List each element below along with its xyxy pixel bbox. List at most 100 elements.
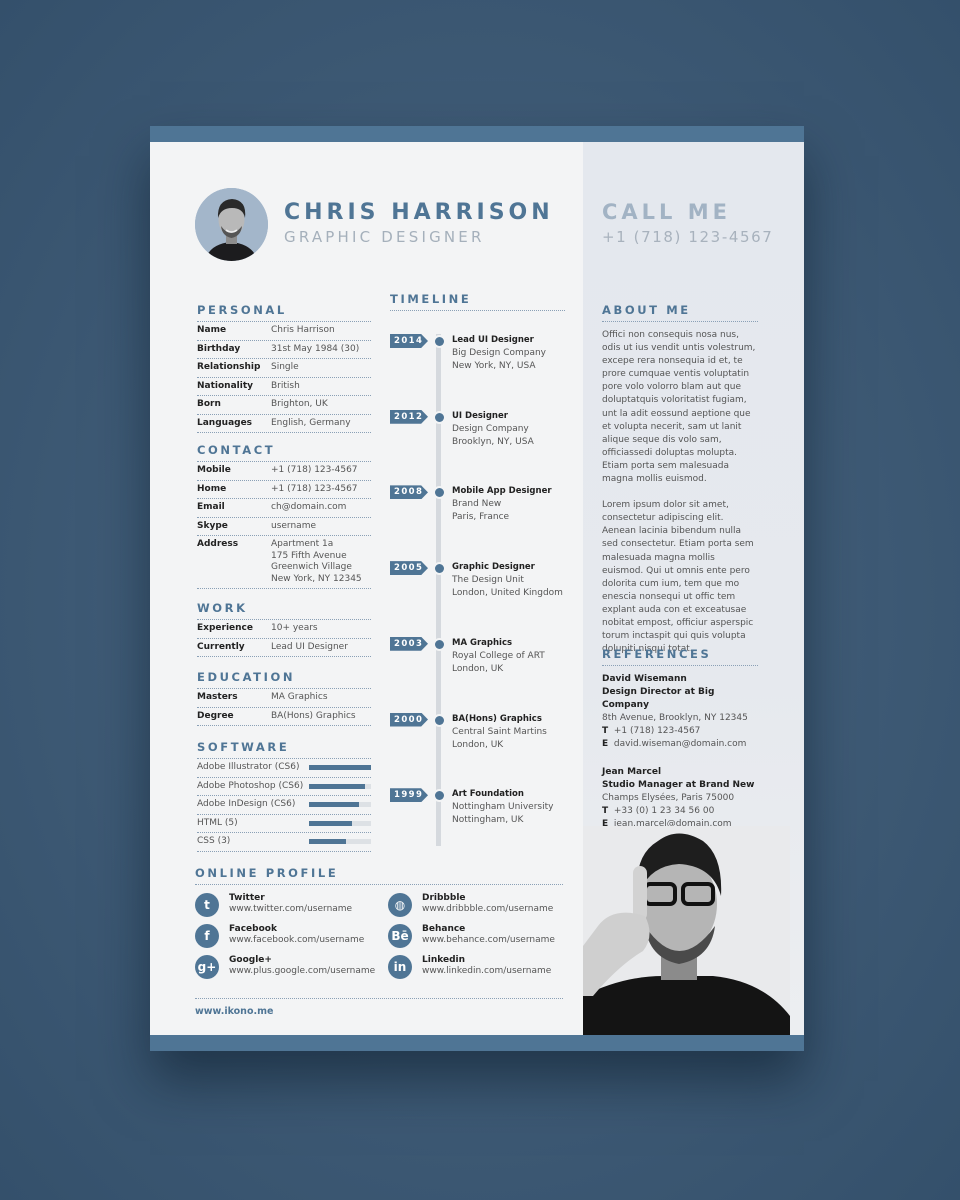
contact-section: CONTACT Mobile +1 (718) 123-4567 Home +1 (7… (197, 443, 371, 589)
timeline-year-badge: 2003 (390, 636, 428, 651)
personal-row: Name Chris Harrison (197, 322, 371, 341)
timeline-year-badge: 2000 (390, 712, 428, 727)
software-label: Adobe Illustrator (CS6) (197, 762, 300, 772)
footer-divider (195, 998, 563, 999)
timeline-dot (435, 715, 444, 725)
timeline-location: Brooklyn, NY, USA (452, 436, 534, 447)
timeline-year-badge: 2012 (390, 409, 428, 424)
personal-key: Born (197, 399, 221, 409)
timeline-item: 2008 Mobile App Designer Brand New Paris, F… (390, 485, 570, 535)
contact-row: Mobile +1 (718) 123-4567 (197, 462, 371, 481)
profile-url[interactable]: www.behance.com/username (422, 935, 555, 946)
online-profile-text: Google+ www.plus.google.com/username (229, 955, 375, 977)
reference-address: Champs Elysées, Paris 75000 (602, 792, 735, 803)
timeline-organization: Central Saint Martins (452, 726, 547, 737)
software-label: CSS (3) (197, 836, 231, 846)
timeline-item: 2003 MA Graphics Royal College of ART Londo… (390, 636, 570, 687)
profile-network-name: Linkedin (422, 955, 466, 965)
contact-row: Home +1 (718) 123-4567 (197, 481, 371, 499)
reference-phone[interactable]: +33 (0) 1 23 34 56 00 (614, 806, 714, 816)
reference-name: David Wisemann (602, 674, 687, 684)
timeline-role: BA(Hons) Graphics (452, 713, 542, 724)
timeline-location: London, United Kingdom (452, 588, 563, 599)
personal-value: Chris Harrison (271, 325, 335, 335)
work-key: Currently (197, 641, 245, 652)
reference-phone[interactable]: +1 (718) 123-4567 (614, 726, 701, 736)
timeline-section: TIMELINE (390, 292, 565, 311)
work-key: Experience (197, 623, 253, 633)
education-key: Degree (197, 710, 234, 721)
online-profile-item[interactable]: in Linkedin www.linkedin.com/username (388, 954, 568, 982)
skill-bar-track (309, 839, 371, 845)
google-plus-icon[interactable]: g+ (195, 955, 219, 979)
personal-row: Languages English, Germany (197, 415, 371, 433)
contact-key: Email (197, 502, 225, 512)
behance-icon[interactable]: Bē (388, 924, 412, 948)
call-me-heading: CALL ME (602, 200, 731, 224)
online-profile-heading: ONLINE PROFILE (195, 866, 563, 885)
contact-key: Skype (197, 520, 228, 531)
profile-url[interactable]: www.plus.google.com/username (229, 966, 375, 977)
reference-email[interactable]: david.wiseman@domain.com (614, 739, 747, 749)
software-label: Adobe InDesign (CS6) (197, 799, 296, 809)
contact-value: username (271, 520, 316, 531)
personal-value: 31st May 1984 (30) (271, 343, 360, 354)
skill-bar-fill (309, 802, 359, 808)
reference-phone-row: T +33 (0) 1 23 34 56 00 (602, 805, 758, 818)
software-label: HTML (5) (197, 817, 238, 828)
avatar (195, 188, 268, 261)
profile-network-name: Behance (422, 924, 466, 934)
online-profile-item[interactable]: Bē Behance www.behance.com/username (388, 923, 568, 951)
contact-heading: CONTACT (197, 443, 371, 462)
profile-network-name: Dribbble (422, 893, 466, 903)
skill-bar-fill (309, 765, 371, 771)
timeline-details: Lead UI Designer Big Design Company New Yo… (452, 334, 546, 373)
profile-url[interactable]: www.dribbble.com/username (422, 904, 553, 915)
twitter-icon[interactable]: t (195, 893, 219, 917)
timeline-year-badge: 2005 (390, 561, 428, 576)
skill-bar-fill (309, 839, 347, 845)
timeline-organization: The Design Unit (452, 575, 524, 586)
contact-row: Email ch@domain.com (197, 499, 371, 518)
work-row: Experience 10+ years (197, 620, 371, 639)
personal-value: Single (271, 362, 299, 372)
contact-key: Address (197, 539, 239, 549)
timeline-dot (435, 337, 444, 346)
timeline-item: 2000 BA(Hons) Graphics Central Saint Marti… (390, 712, 570, 763)
reference-email-row: E david.wiseman@domain.com (602, 738, 758, 751)
education-heading: EDUCATION (197, 670, 371, 689)
online-profile-item[interactable]: t Twitter www.twitter.com/username (195, 892, 375, 920)
linkedin-icon[interactable]: in (388, 955, 412, 979)
timeline-dot (435, 412, 444, 422)
header-phone[interactable]: +1 (718) 123-4567 (602, 228, 773, 246)
skill-bar-track (309, 783, 371, 789)
work-heading: WORK (197, 601, 371, 620)
dribbble-icon[interactable]: ◍ (388, 893, 412, 917)
online-profile-item[interactable]: g+ Google+ www.plus.google.com/username (195, 954, 375, 982)
facebook-icon[interactable]: f (195, 924, 219, 948)
software-label: Adobe Photoshop (CS6) (197, 780, 304, 791)
personal-row: Birthday 31st May 1984 (30) (197, 341, 371, 359)
contact-value: Apartment 1a 175 Fifth Avenue Greenwich … (271, 539, 362, 584)
resume-sheet: CHRIS HARRISON GRAPHIC DESIGNER CALL ME … (150, 126, 804, 1051)
timeline-details: Art Foundation Nottingham University Notti… (452, 788, 553, 827)
online-profile-item[interactable]: f Facebook www.facebook.com/username (195, 923, 375, 951)
reference-position: Studio Manager at Brand New (602, 779, 755, 790)
profile-url[interactable]: www.linkedin.com/username (422, 966, 551, 977)
website-link[interactable]: www.ikono.me (195, 1006, 273, 1017)
profile-network-name: Google+ (229, 955, 272, 965)
profile-url[interactable]: www.facebook.com/username (229, 935, 364, 946)
profile-url[interactable]: www.twitter.com/username (229, 904, 352, 915)
online-profile-item[interactable]: ◍ Dribbble www.dribbble.com/username (388, 892, 568, 920)
reference-address: 8th Avenue, Brooklyn, NY 12345 (602, 713, 748, 724)
personal-row: Relationship Single (197, 359, 371, 378)
phone-label: T (602, 805, 609, 816)
skill-bar-track (309, 802, 371, 808)
about-paragraph: Lorem ipsum dolor sit amet, consectetur … (602, 500, 754, 655)
about-paragraph: Offici non consequis nosa nus, odis ut i… (602, 330, 756, 485)
software-section: SOFTWARE Adobe Illustrator (CS6) Adobe Ph… (197, 740, 371, 852)
timeline-organization: Design Company (452, 423, 529, 434)
online-profile-text: Behance www.behance.com/username (422, 924, 555, 946)
personal-section: PERSONAL Name Chris Harrison Birthday 31st … (197, 303, 371, 433)
candidate-name: CHRIS HARRISON (284, 200, 554, 225)
